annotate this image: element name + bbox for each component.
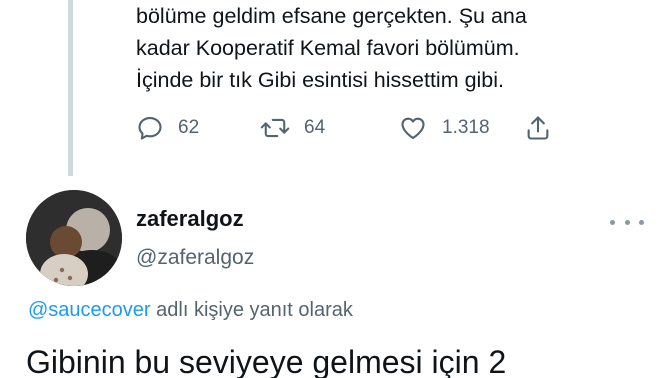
reply-mention-link[interactable]: @saucecover [28, 299, 151, 321]
tweet-actions-bar: 62 64 1.318 [136, 114, 576, 146]
retweet-count: 64 [304, 117, 326, 138]
like-count: 1.318 [442, 117, 490, 138]
previous-tweet-text: bölüme geldim efsane gerçekten. Şu ana k… [136, 4, 527, 92]
reply-icon [136, 114, 164, 142]
retweet-button[interactable]: 64 [260, 114, 325, 142]
share-button[interactable] [524, 114, 552, 142]
share-icon [524, 114, 552, 142]
tweet-text: Gibinin bu seviyeye gelmesi için 2 [26, 344, 507, 378]
more-options-icon[interactable] [610, 212, 644, 232]
reply-context-label: adlı kişiye yanıt olarak [150, 299, 353, 321]
author-handle[interactable]: @zaferalgoz [136, 246, 254, 270]
like-icon [398, 114, 428, 142]
thread-connector-line [68, 0, 73, 176]
reply-button[interactable]: 62 [136, 114, 199, 142]
reply-context: @saucecover adlı kişiye yanıt olarak [28, 299, 353, 322]
tweet-thread-view: bölüme geldim efsane gerçekten. Şu ana k… [0, 0, 672, 378]
author-display-name[interactable]: zaferalgoz [136, 206, 244, 232]
like-button[interactable]: 1.318 [398, 114, 490, 142]
reply-count: 62 [178, 117, 200, 138]
avatar[interactable] [26, 190, 122, 286]
retweet-icon [260, 114, 290, 142]
